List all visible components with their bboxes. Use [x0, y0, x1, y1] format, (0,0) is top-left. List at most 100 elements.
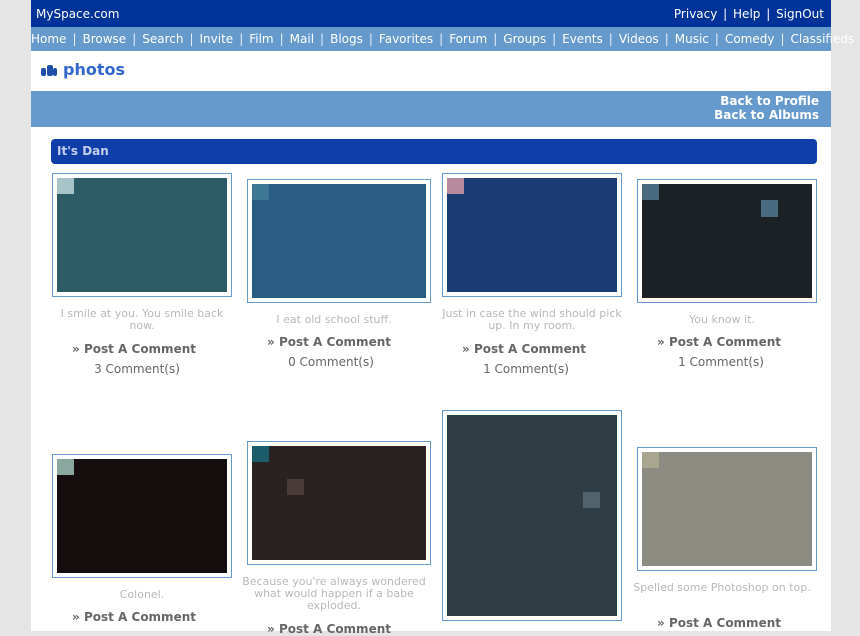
photo-pixel [373, 216, 392, 233]
photo-pixel [583, 275, 600, 292]
photo-pixel [338, 200, 357, 217]
photo-pixel [532, 523, 549, 539]
nav-events[interactable]: Events [562, 32, 603, 46]
photo-pixel [795, 281, 812, 298]
photo-pixel [252, 527, 270, 544]
photos-title-text: photos [63, 60, 125, 79]
photo-pixel [74, 194, 91, 211]
photo-pixel [600, 275, 617, 292]
nav-invite[interactable]: Invite [200, 32, 234, 46]
photo-thumbnail[interactable] [637, 179, 817, 303]
photo-pixel [778, 533, 795, 550]
back-to-profile-link[interactable]: Back to Profile [720, 94, 819, 108]
photo-pixel [464, 178, 481, 195]
photo-pixel [659, 216, 676, 233]
photo-pixel [778, 281, 795, 298]
photo-pixel [583, 194, 600, 211]
signout-link[interactable]: SignOut [776, 7, 824, 21]
photo-pixel [583, 226, 600, 244]
photo-pixel [193, 259, 210, 276]
photo-thumbnail[interactable] [52, 454, 232, 578]
photo-pixel [693, 281, 710, 298]
photo-pixel [286, 216, 305, 233]
photo-pixel [356, 511, 374, 528]
photo-pixel [91, 226, 108, 244]
post-comment-link[interactable]: » Post A Comment [429, 342, 619, 356]
nav-groups[interactable]: Groups [503, 32, 546, 46]
photo-pixel [391, 478, 409, 495]
photo-image [642, 184, 812, 298]
help-link[interactable]: Help [733, 7, 760, 21]
photo-pixel [600, 538, 617, 555]
post-comment-link[interactable]: » Post A Comment [234, 335, 424, 349]
nav-search[interactable]: Search [142, 32, 183, 46]
photo-pixel [193, 556, 210, 573]
photo-pixel [447, 275, 464, 292]
comment-count[interactable]: 1 Comment(s) [626, 355, 816, 369]
post-comment-link[interactable]: » Post A Comment [39, 610, 229, 624]
nav-videos[interactable]: Videos [619, 32, 659, 46]
photo-pixel [532, 243, 549, 260]
photo-pixel [321, 527, 339, 544]
photo-pixel [600, 492, 617, 508]
photo-pixel [744, 500, 761, 518]
photo-thumbnail[interactable] [52, 173, 232, 297]
nav-comedy[interactable]: Comedy [725, 32, 775, 46]
post-comment-link[interactable]: » Post A Comment [624, 335, 814, 349]
photo-pixel [356, 446, 374, 463]
photo-pixel [193, 243, 210, 260]
photo-thumbnail[interactable] [637, 447, 817, 571]
photo-pixel [142, 459, 159, 476]
photo-pixel [356, 527, 374, 544]
photo-pixel [795, 500, 812, 518]
comment-count[interactable]: 1 Comment(s) [431, 362, 621, 376]
photo-pixel [727, 281, 744, 298]
photo-pixel [304, 281, 322, 298]
photo-thumbnail[interactable] [247, 441, 431, 565]
post-comment-link[interactable]: » Post A Comment [39, 342, 229, 356]
photo-pixel [583, 461, 600, 477]
photo-pixel [91, 540, 108, 557]
nav-separator: | [780, 32, 785, 46]
post-comment-link[interactable]: » Post A Comment [234, 622, 424, 636]
privacy-link[interactable]: Privacy [674, 7, 717, 21]
photo-pixel [549, 415, 566, 431]
nav-film[interactable]: Film [249, 32, 273, 46]
photo-pixel [125, 226, 142, 244]
photo-pixel [447, 507, 464, 524]
nav-music[interactable]: Music [675, 32, 709, 46]
brand-link[interactable]: MySpace.com [36, 7, 119, 21]
photo-pixel [286, 249, 305, 266]
nav-mail[interactable]: Mail [290, 32, 314, 46]
photo-pixel [321, 494, 339, 512]
photo-pixel [447, 259, 464, 276]
nav-classifieds[interactable]: Classifieds [791, 32, 855, 46]
comment-count[interactable]: 0 Comment(s) [236, 355, 426, 369]
photo-pixel [57, 178, 74, 195]
photo-pixel [142, 194, 159, 211]
photo-pixel [210, 540, 227, 557]
photo-pixel [57, 540, 74, 557]
nav-browse[interactable]: Browse [82, 32, 126, 46]
photo-pixel [74, 507, 91, 525]
photo-pixel [532, 538, 549, 555]
photo-pixel [304, 511, 322, 528]
photo-pixel [744, 265, 761, 282]
photo-pixel [91, 259, 108, 276]
nav-favorites[interactable]: Favorites [379, 32, 433, 46]
photo-thumbnail[interactable] [247, 179, 431, 303]
photo-pixel [176, 459, 193, 476]
photo-thumbnail[interactable] [442, 410, 622, 621]
nav-forum[interactable]: Forum [449, 32, 487, 46]
photo-pixel [269, 200, 287, 217]
nav-blogs[interactable]: Blogs [330, 32, 363, 46]
photo-thumbnail[interactable] [442, 173, 622, 297]
comment-count[interactable]: 3 Comment(s) [42, 362, 232, 376]
photo-pixel [321, 543, 339, 560]
nav-home[interactable]: Home [31, 32, 66, 46]
photo-pixel [761, 281, 778, 298]
back-to-albums-link[interactable]: Back to Albums [714, 108, 819, 122]
photo-pixel [176, 259, 193, 276]
post-comment-link[interactable]: » Post A Comment [624, 616, 814, 630]
photo-pixel [176, 475, 193, 492]
